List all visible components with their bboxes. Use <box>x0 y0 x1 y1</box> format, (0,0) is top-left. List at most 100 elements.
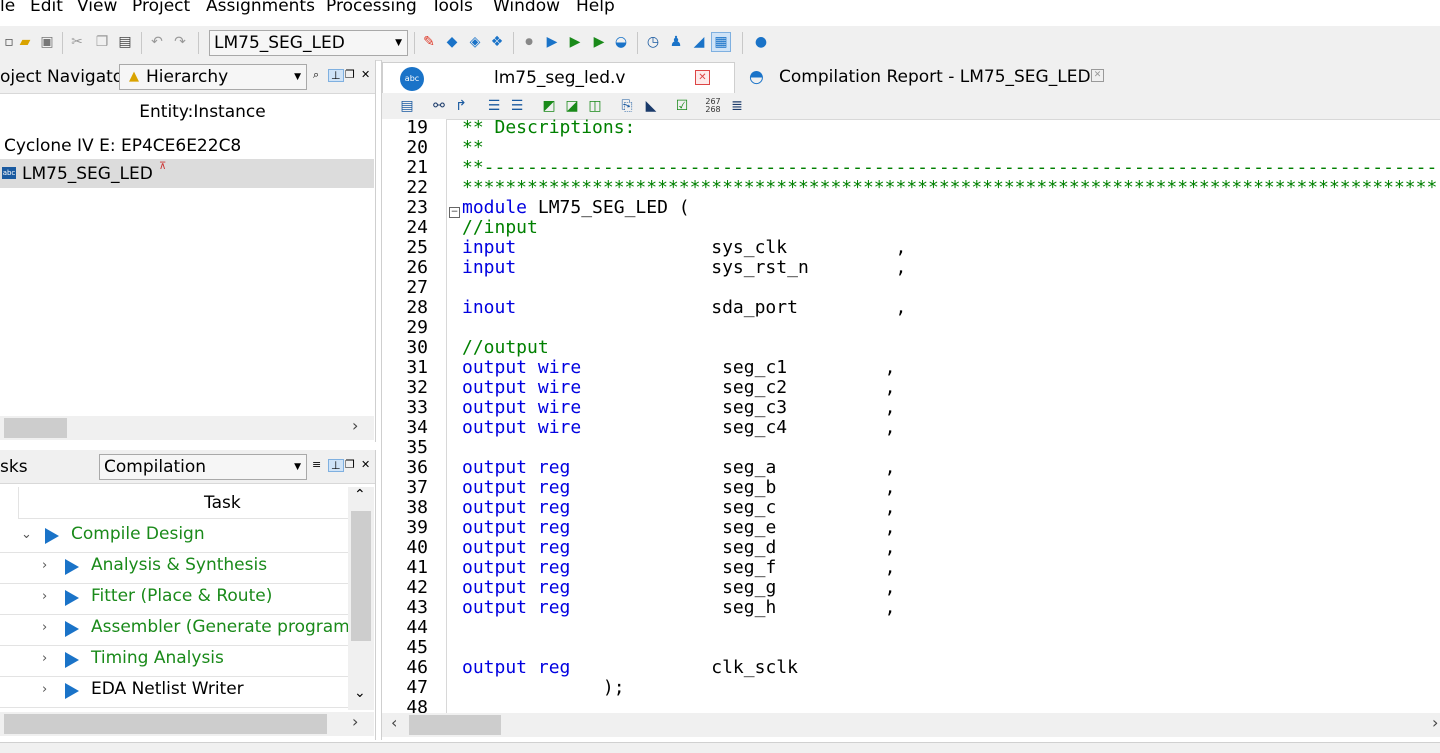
close-icon[interactable]: ✕ <box>361 69 370 80</box>
code-line[interactable]: output reg seg_g , <box>462 578 895 598</box>
hierarchy-tree-icon[interactable]: ▤ <box>398 97 416 115</box>
menu-assignments[interactable]: Assignments <box>206 0 315 16</box>
code-line[interactable]: ); <box>462 678 625 698</box>
chevron-right-icon[interactable]: › <box>42 682 47 697</box>
close-icon[interactable]: ✕ <box>361 459 370 470</box>
paste-icon[interactable]: ▤ <box>116 33 134 51</box>
navigator-hscrollbar[interactable]: › <box>0 416 374 440</box>
analysis-synthesis-icon[interactable]: ◈ <box>466 33 484 51</box>
chevron-right-icon[interactable]: › <box>42 558 47 573</box>
comment-icon[interactable]: ◣ <box>642 97 660 115</box>
play-icon[interactable] <box>65 652 79 668</box>
menu-help[interactable]: Help <box>576 0 615 16</box>
editor-hscroll-thumb[interactable] <box>409 715 501 735</box>
scroll-down-icon[interactable]: ⌄ <box>354 685 366 701</box>
undo-icon[interactable]: ↶ <box>148 33 166 51</box>
code-line[interactable]: ****************************************… <box>462 178 1437 198</box>
design-partition-icon[interactable]: ❖ <box>488 33 506 51</box>
timing-clock-icon[interactable]: ◷ <box>644 33 662 51</box>
flow-combo[interactable]: Compilation ▼ <box>99 454 307 480</box>
menu-edit[interactable]: Edit <box>30 0 63 16</box>
start-analysis-icon[interactable]: ▶ <box>566 33 584 51</box>
pin-icon[interactable]: ⊥ <box>328 459 344 472</box>
code-line[interactable]: output reg clk_sclk <box>462 658 798 678</box>
device-item[interactable]: Cyclone IV E: EP4CE6E22C8 <box>4 136 241 156</box>
menu-window[interactable]: Window <box>493 0 560 16</box>
open-folder-icon[interactable]: ▰ <box>16 33 34 51</box>
find-next-icon[interactable]: ↱ <box>452 97 470 115</box>
stop-icon[interactable]: ● <box>520 33 538 51</box>
tab-compilation-report[interactable]: ◓ Compilation Report - LM75_SEG_LED ✕ <box>735 62 1125 93</box>
toggle-bookmark-icon[interactable]: ◫ <box>586 97 604 115</box>
menu-processing[interactable]: Processing <box>326 0 417 16</box>
menu-project[interactable]: Project <box>132 0 190 16</box>
scroll-right-icon[interactable]: › <box>352 712 358 731</box>
list-icon[interactable]: ≡ <box>312 459 321 470</box>
code-line[interactable]: output reg seg_e , <box>462 518 895 538</box>
copy-icon[interactable]: ❐ <box>93 33 111 51</box>
menu-tools[interactable]: Tools <box>431 0 473 16</box>
navigator-hscroll-thumb[interactable] <box>4 418 67 438</box>
task-row-assembler[interactable]: › Assembler (Generate programm <box>0 614 348 646</box>
chat-bubble-icon[interactable]: ● <box>752 33 770 51</box>
chevron-right-icon[interactable]: › <box>42 651 47 666</box>
code-line[interactable]: output reg seg_a , <box>462 458 895 478</box>
play-icon[interactable] <box>45 528 59 544</box>
tasks-vscrollbar[interactable]: ⌃ ⌄ <box>348 487 374 710</box>
pin-icon[interactable]: ⊥ <box>328 69 344 82</box>
menu-view[interactable]: View <box>77 0 117 16</box>
line-numbers-icon[interactable]: 267 268 <box>704 97 722 115</box>
code-line[interactable]: output wire seg_c4 , <box>462 418 896 438</box>
task-row-analysis-synthesis[interactable]: › Analysis & Synthesis <box>0 552 348 584</box>
chevron-down-icon[interactable]: ⌄ <box>21 527 32 542</box>
entity-instance-header[interactable]: Entity:Instance <box>0 102 375 122</box>
code-line[interactable]: module LM75_SEG_LED ( <box>462 198 690 218</box>
pin-planner-icon[interactable]: ♟ <box>667 33 685 51</box>
code-line[interactable]: output reg seg_b , <box>462 478 895 498</box>
code-line[interactable]: output wire seg_c2 , <box>462 378 896 398</box>
insert-block-icon[interactable]: ◪ <box>563 97 581 115</box>
scroll-right-icon[interactable]: › <box>352 416 358 435</box>
insert-template-icon[interactable]: ◩ <box>540 97 558 115</box>
code-line[interactable]: output reg seg_d , <box>462 538 895 558</box>
code-line[interactable]: //input <box>462 218 538 238</box>
cut-icon[interactable]: ✂ <box>68 33 86 51</box>
code-line[interactable]: output wire seg_c3 , <box>462 398 896 418</box>
tasks-hscrollbar[interactable]: › <box>0 712 374 736</box>
code-line[interactable]: output reg seg_f , <box>462 558 895 578</box>
code-line[interactable]: input sys_rst_n , <box>462 258 906 278</box>
play-icon[interactable] <box>65 621 79 637</box>
close-tab-icon[interactable]: ✕ <box>695 70 710 85</box>
editor-hscrollbar[interactable]: ‹ › <box>382 713 1440 737</box>
fold-collapse-icon[interactable]: − <box>449 207 460 218</box>
float-window-icon[interactable]: ❐ <box>345 69 355 80</box>
chevron-right-icon[interactable]: › <box>42 620 47 635</box>
find-icon[interactable]: ⚯ <box>430 97 448 115</box>
search-icon[interactable]: ⌕ <box>313 69 319 80</box>
code-line[interactable]: inout sda_port , <box>462 298 906 318</box>
tasks-vscroll-thumb[interactable] <box>351 511 371 641</box>
code-line[interactable]: output reg seg_c , <box>462 498 895 518</box>
entity-combo[interactable]: LM75_SEG_LED ▼ <box>209 30 408 56</box>
chip-planner-icon[interactable]: ◢ <box>690 33 708 51</box>
syntax-check-icon[interactable]: ☑ <box>673 97 691 115</box>
task-row-compile-design[interactable]: ⌄ Compile Design <box>0 521 348 553</box>
redo-icon[interactable]: ↷ <box>171 33 189 51</box>
edit-pencil-icon[interactable]: ✎ <box>420 33 438 51</box>
menu-file[interactable]: le <box>0 0 15 16</box>
unindent-icon[interactable]: ☰ <box>508 97 526 115</box>
programmer-icon[interactable]: ▦ <box>711 32 731 52</box>
code-line[interactable]: output reg seg_h , <box>462 598 895 618</box>
scroll-up-icon[interactable]: ⌃ <box>354 487 366 503</box>
play-icon[interactable] <box>65 590 79 606</box>
task-row-eda-netlist-writer[interactable]: › EDA Netlist Writer <box>0 676 348 708</box>
scroll-right-icon[interactable]: › <box>1432 713 1438 732</box>
code-line[interactable]: input sys_clk , <box>462 238 906 258</box>
play-icon[interactable] <box>65 559 79 575</box>
start-compilation-icon[interactable]: ▶ <box>543 33 561 51</box>
top-entity-row[interactable]: abc LM75_SEG_LED ⊼ <box>0 159 374 188</box>
navigator-view-combo[interactable]: ▲ Hierarchy ▼ <box>119 64 307 90</box>
code-line[interactable]: //output <box>462 338 549 358</box>
float-window-icon[interactable]: ❐ <box>345 459 355 470</box>
code-line[interactable]: output wire seg_c1 , <box>462 358 896 378</box>
